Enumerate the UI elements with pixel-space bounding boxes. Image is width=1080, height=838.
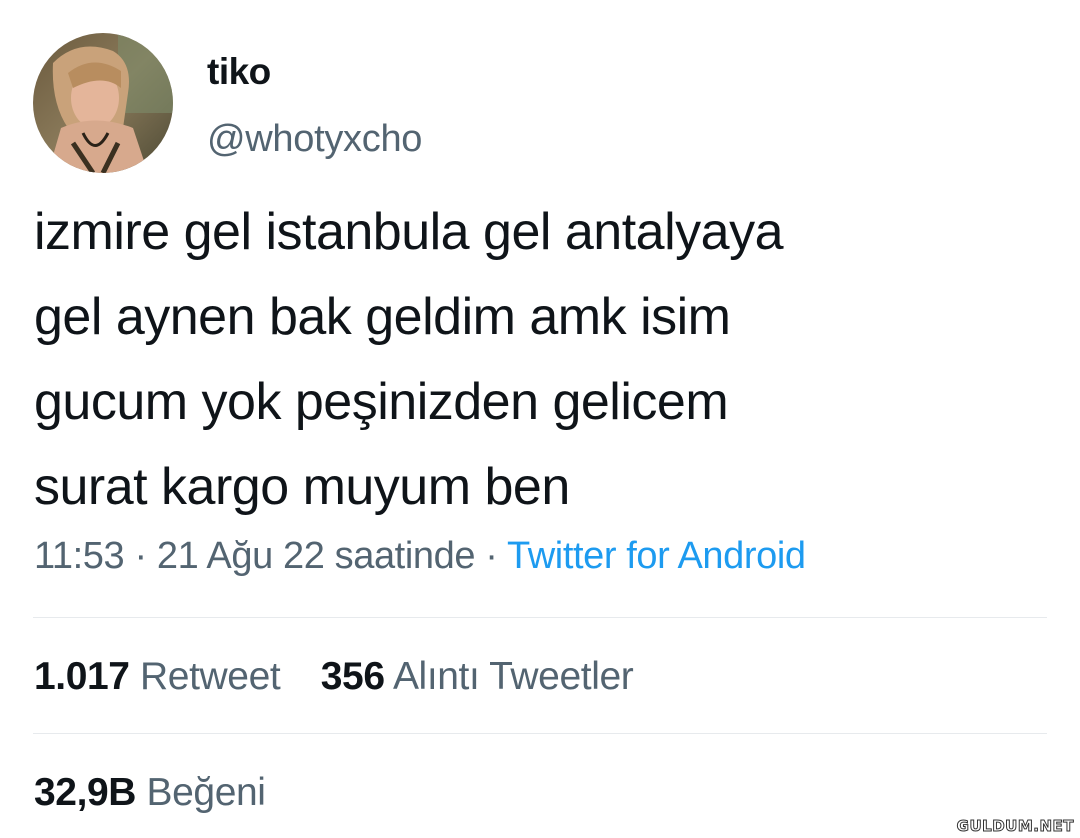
tweet-source-link[interactable]: Twitter for Android <box>507 535 806 577</box>
retweets-label: Retweet <box>140 655 281 698</box>
divider <box>33 733 1047 734</box>
separator: · <box>134 535 147 577</box>
tweet-metadata: 11:53 · 21 Ağu 22 saatinde · Twitter for… <box>34 534 806 578</box>
tweet-line: gucum yok peşinizden gelicem <box>34 373 729 431</box>
user-handle[interactable]: @whotyxcho <box>207 117 422 161</box>
tweet-line: surat kargo muyum ben <box>34 458 570 516</box>
engagement-stats: 1.017 Retweet 356 Alıntı Tweetler <box>34 655 663 699</box>
quotes-label: Alıntı Tweetler <box>392 655 634 698</box>
likes-row: 32,9B Beğeni <box>34 771 296 815</box>
likes-stat[interactable]: 32,9B Beğeni <box>34 771 266 815</box>
tweet-text: izmire gel istanbula gel antalyaya gel a… <box>34 190 1044 530</box>
tweet-time[interactable]: 11:53 <box>34 535 125 577</box>
likes-label: Beğeni <box>146 771 266 814</box>
quotes-count: 356 <box>320 655 385 698</box>
profile-photo-icon <box>33 33 173 173</box>
retweets-stat[interactable]: 1.017 Retweet <box>34 655 281 699</box>
tweet-line: izmire gel istanbula gel antalyaya <box>34 203 783 261</box>
separator: · <box>485 535 498 577</box>
avatar[interactable] <box>33 33 173 173</box>
divider <box>33 617 1047 618</box>
retweets-count: 1.017 <box>34 655 130 698</box>
quotes-stat[interactable]: 356 Alıntı Tweetler <box>321 655 634 699</box>
watermark-logo: GULDUM.NET <box>956 817 1074 836</box>
display-name[interactable]: tiko <box>207 50 271 94</box>
tweet-date[interactable]: 21 Ağu 22 saatinde <box>157 535 476 577</box>
likes-count: 32,9B <box>34 771 137 814</box>
tweet-line: gel aynen bak geldim amk isim <box>34 288 731 346</box>
